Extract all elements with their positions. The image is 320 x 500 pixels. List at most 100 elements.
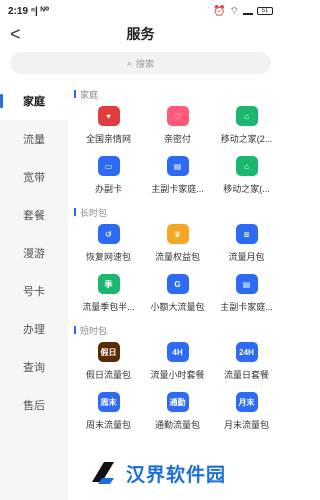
sidebar-item-label: 套餐 bbox=[23, 210, 45, 222]
section-title-text: 家庭 bbox=[80, 89, 99, 100]
service-label: 亲密付 bbox=[163, 134, 191, 144]
service-label: 主副卡家庭... bbox=[151, 184, 204, 194]
24h-icon: 24H bbox=[235, 342, 258, 362]
sidebar-item-label: 宽带 bbox=[23, 172, 45, 184]
service-label: 主副卡家庭... bbox=[220, 302, 273, 312]
service-label: 移动之家(2... bbox=[220, 134, 273, 144]
service-tile[interactable]: ▤ 主副卡家庭... bbox=[212, 274, 281, 318]
content-area: 家庭流量宽带套餐漫游号卡办理查询售后 家庭 ♥ 全国亲情网 ♡ 亲密付 ⌂ 移动之家(2..… bbox=[0, 82, 281, 500]
service-label: 移动之家(... bbox=[223, 184, 270, 194]
sidebar-item[interactable]: 售后 bbox=[0, 386, 68, 424]
sidebar-item-label: 流量 bbox=[23, 134, 45, 146]
service-tile[interactable]: 周末 周末流量包 bbox=[74, 392, 143, 436]
service-tile[interactable]: 假日 假日流量包 bbox=[74, 342, 143, 386]
sidebar-item[interactable]: 家庭 bbox=[0, 82, 68, 120]
section-title-text: 长时包 bbox=[80, 207, 108, 218]
search-icon: ⌕ bbox=[126, 57, 133, 68]
wifi-icon: ⌔ bbox=[229, 5, 239, 17]
service-tile[interactable]: 季流量季包半... bbox=[74, 274, 143, 318]
service-label: 流量日套餐 bbox=[223, 370, 269, 380]
service-grid: 假日 假日流量包 4H 流量小时套餐 24H 流量日套餐 周末 周末流量包 通勤 通勤流量包 月末月… bbox=[74, 342, 281, 436]
commute-icon: 通勤 bbox=[166, 392, 189, 412]
service-tile[interactable]: 通勤 通勤流量包 bbox=[143, 392, 212, 436]
battery-icon: 51 bbox=[257, 7, 273, 15]
sidebar-item[interactable]: 查询 bbox=[0, 348, 68, 386]
watermark-logo-icon bbox=[92, 462, 114, 484]
sidebar-item[interactable]: 流量 bbox=[0, 120, 68, 158]
sidebar-item[interactable]: 宽带 bbox=[0, 158, 68, 196]
service-tile[interactable]: ♡ 亲密付 bbox=[143, 106, 212, 150]
data-icon: ≋ bbox=[235, 224, 258, 244]
service-label: 流量季包半... bbox=[82, 302, 135, 312]
heart-icon: ♥ bbox=[97, 106, 120, 126]
service-tile[interactable]: ⌂ 移动之家(... bbox=[212, 156, 281, 200]
search-placeholder: 搜索 bbox=[136, 58, 155, 69]
service-label: 小额大流量包 bbox=[150, 302, 205, 312]
service-tile[interactable]: ↺ 恢复网速包 bbox=[74, 224, 143, 268]
service-grid: ↺ 恢复网速包 ♛ 流量权益包 ≋ 流量月包季流量季包半... G 小额大流量包 ▤ 主副卡家庭.… bbox=[74, 224, 281, 318]
sidebar-item-label: 办理 bbox=[23, 324, 45, 336]
status-right: ⏰ ⌔ 51 bbox=[213, 5, 273, 18]
section-title-text: 短时包 bbox=[80, 325, 108, 336]
alarm-icon: ⏰ bbox=[213, 5, 226, 17]
sidebar-item[interactable]: 漫游 bbox=[0, 234, 68, 272]
chevron-left-icon: < bbox=[10, 24, 21, 44]
service-tile[interactable]: 4H 流量小时套餐 bbox=[143, 342, 212, 386]
section-marker bbox=[74, 326, 76, 334]
section-marker bbox=[74, 208, 76, 216]
sidebar-item-label: 号卡 bbox=[23, 286, 45, 298]
sidebar-item-label: 漫游 bbox=[23, 248, 45, 260]
signal-icon bbox=[243, 7, 253, 15]
section-marker bbox=[74, 90, 76, 98]
watermark-text: 汉界软件园 bbox=[126, 464, 227, 486]
section-title: 长时包 bbox=[74, 206, 281, 218]
page-title: 服务 bbox=[126, 26, 155, 42]
service-label: 月末流量包 bbox=[223, 420, 269, 430]
family-card-icon: ▤ bbox=[166, 156, 189, 176]
home-icon: ⌂ bbox=[235, 106, 258, 126]
back-button[interactable]: < bbox=[10, 24, 21, 45]
4h-icon: 4H bbox=[166, 342, 189, 362]
monthend-icon: 月末 bbox=[235, 392, 258, 412]
status-left: 2:19 ⁿ| ᴺ⁰ bbox=[8, 6, 49, 17]
service-label: 流量月包 bbox=[228, 252, 265, 262]
sidebar-item[interactable]: 套餐 bbox=[0, 196, 68, 234]
service-tile[interactable]: ⌂ 移动之家(2... bbox=[212, 106, 281, 150]
sidebar: 家庭流量宽带套餐漫游号卡办理查询售后 bbox=[0, 82, 68, 500]
sidebar-item-label: 售后 bbox=[23, 400, 45, 412]
service-tile[interactable]: ▭ 办副卡 bbox=[74, 156, 143, 200]
service-label: 恢复网速包 bbox=[85, 252, 131, 262]
service-tile[interactable]: 24H 流量日套餐 bbox=[212, 342, 281, 386]
crown-icon: ♛ bbox=[166, 224, 189, 244]
service-label: 通勤流量包 bbox=[154, 420, 200, 430]
service-tile[interactable]: ♥ 全国亲情网 bbox=[74, 106, 143, 150]
section-title: 家庭 bbox=[74, 88, 281, 100]
service-tile[interactable]: ▤ 主副卡家庭... bbox=[143, 156, 212, 200]
status-bar: 2:19 ⁿ| ᴺ⁰ ⏰ ⌔ 51 bbox=[0, 0, 281, 22]
service-label: 周末流量包 bbox=[85, 420, 131, 430]
search-wrapper: ⌕ 搜索 bbox=[0, 46, 281, 82]
status-time: 2:19 bbox=[8, 5, 29, 17]
service-list: 家庭 ♥ 全国亲情网 ♡ 亲密付 ⌂ 移动之家(2... ▭ 办副卡 ▤ 主副卡家庭... ⌂ 移动之家… bbox=[68, 82, 281, 500]
service-tile[interactable]: G 小额大流量包 bbox=[143, 274, 212, 318]
service-label: 流量小时套餐 bbox=[150, 370, 205, 380]
watermark: 汉界软件园 bbox=[88, 450, 278, 496]
sidebar-item-label: 家庭 bbox=[23, 96, 45, 108]
sidebar-item[interactable]: 办理 bbox=[0, 310, 68, 348]
network-indicator: ⁿ| ᴺ⁰ bbox=[31, 5, 50, 17]
service-label: 全国亲情网 bbox=[85, 134, 131, 144]
service-tile[interactable]: 月末 月末流量包 bbox=[212, 392, 281, 436]
service-label: 假日流量包 bbox=[85, 370, 131, 380]
pay-icon: ♡ bbox=[166, 106, 189, 126]
restore-icon: ↺ bbox=[97, 224, 120, 244]
search-input[interactable]: ⌕ 搜索 bbox=[10, 52, 271, 74]
service-tile[interactable]: ♛ 流量权益包 bbox=[143, 224, 212, 268]
g-icon: G bbox=[166, 274, 189, 294]
family-card-icon: ▤ bbox=[235, 274, 258, 294]
sidebar-item[interactable]: 号卡 bbox=[0, 272, 68, 310]
service-tile[interactable]: ≋ 流量月包 bbox=[212, 224, 281, 268]
page-header: < 服务 bbox=[0, 22, 281, 46]
section-title: 短时包 bbox=[74, 324, 281, 336]
service-grid: ♥ 全国亲情网 ♡ 亲密付 ⌂ 移动之家(2... ▭ 办副卡 ▤ 主副卡家庭... ⌂ 移动之家(.… bbox=[74, 106, 281, 200]
home-icon: ⌂ bbox=[235, 156, 258, 176]
